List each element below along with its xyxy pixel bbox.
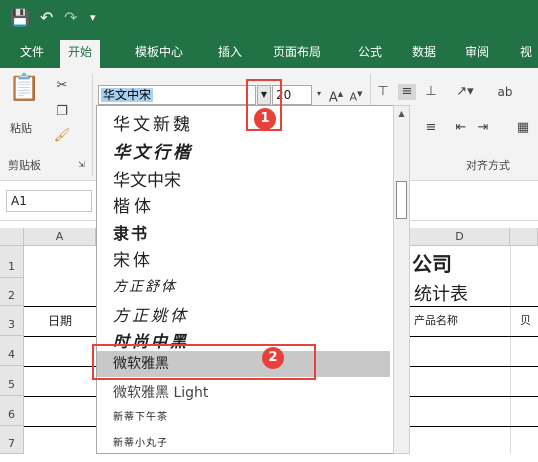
font-option-huawen-xinwei[interactable]: 华文新魏 <box>97 110 390 136</box>
font-option-xindi-xiaowanzi[interactable]: 新蒂小丸子 <box>97 434 390 453</box>
font-option-huawen-xingkai[interactable]: 华文行楷 <box>97 138 390 164</box>
cell-a3[interactable]: 日期 <box>48 312 72 329</box>
row-header-1[interactable]: 1 <box>0 246 24 278</box>
cell-d1[interactable]: 公司 <box>412 248 452 277</box>
scroll-thumb[interactable] <box>396 181 407 219</box>
alignment-group-label: 对齐方式 <box>466 159 510 172</box>
tab-file[interactable]: 文件 <box>20 44 44 60</box>
align-bottom-icon[interactable]: ⊥ <box>422 84 440 100</box>
tab-data[interactable]: 数据 <box>412 44 436 60</box>
title-bar: 💾 ↶ ↷ ▾ <box>0 0 538 36</box>
copy-icon[interactable]: ❐ <box>52 104 72 120</box>
font-option-xindi-xiawucha[interactable]: 新蒂下午茶 <box>97 408 390 430</box>
cell-d3[interactable]: 产品名称 <box>414 312 458 328</box>
font-list-scrollbar[interactable]: ▲ <box>393 105 410 454</box>
gridline <box>510 246 511 454</box>
font-option-fangzheng-yaoti[interactable]: 方正姚体 <box>97 302 390 328</box>
font-name-value: 华文中宋 <box>101 88 154 102</box>
undo-icon[interactable]: ↶ <box>40 8 53 28</box>
tab-review[interactable]: 审阅 <box>465 44 489 60</box>
tab-view[interactable]: 视 <box>520 44 532 60</box>
ribbon-tabs: 文件 开始 模板中心 插入 页面布局 公式 数据 审阅 视 <box>0 36 538 68</box>
tab-template-center[interactable]: 模板中心 <box>135 44 183 60</box>
font-option-fangzheng-shuti[interactable]: 方正舒体 <box>97 276 390 300</box>
wrap-text-icon[interactable]: ab <box>494 84 516 100</box>
select-all-corner[interactable] <box>0 228 24 246</box>
scroll-up-icon[interactable]: ▲ <box>394 106 409 122</box>
tab-insert[interactable]: 插入 <box>218 44 242 60</box>
cell-e3[interactable]: 贝 <box>520 312 531 328</box>
tab-formulas[interactable]: 公式 <box>358 44 382 60</box>
clipboard-group-label: 剪贴板 <box>8 159 41 172</box>
tab-page-layout[interactable]: 页面布局 <box>273 44 321 60</box>
paste-label[interactable]: 粘贴 <box>10 120 32 136</box>
clipboard-launcher-icon[interactable]: ⇲ <box>78 160 85 169</box>
column-header-a[interactable]: A <box>24 228 96 246</box>
orientation-icon[interactable]: ↗▾ <box>452 84 478 100</box>
save-icon[interactable]: 💾 <box>10 8 30 28</box>
font-dropdown-list: 华文新魏 华文行楷 华文中宋 楷体 隶书 宋体 方正舒体 方正姚体 时尚中黑 微… <box>96 105 394 454</box>
row-header-6[interactable]: 6 <box>0 396 24 426</box>
redo-icon[interactable]: ↷ <box>64 8 77 28</box>
font-option-lishu[interactable]: 隶书 <box>97 220 390 246</box>
grow-font-icon[interactable]: A▲ <box>328 86 344 106</box>
name-box[interactable]: A1 <box>6 190 92 212</box>
cell-d2[interactable]: 统计表 <box>414 280 468 306</box>
increase-indent-icon[interactable]: ⇥ <box>474 120 492 136</box>
font-option-kaiti[interactable]: 楷体 <box>97 192 390 218</box>
align-top-icon[interactable]: ⊤ <box>374 84 392 100</box>
column-header-e[interactable] <box>510 228 538 246</box>
font-option-microsoft-yahei-light[interactable]: 微软雅黑 Light <box>97 382 390 406</box>
tab-home[interactable]: 开始 <box>60 40 101 68</box>
row-header-5[interactable]: 5 <box>0 366 24 396</box>
align-middle-icon[interactable]: ≡ <box>398 84 416 100</box>
paste-icon[interactable]: 📋 <box>8 75 40 112</box>
row-header-3[interactable]: 3 <box>0 306 24 336</box>
customize-icon[interactable]: ▾ <box>90 8 96 28</box>
font-name-combobox[interactable]: 华文中宋 <box>98 85 256 105</box>
format-painter-icon[interactable]: 🖌 <box>52 128 72 144</box>
align-right-icon[interactable]: ≡ <box>422 120 440 136</box>
merge-center-icon[interactable]: ▦ <box>514 120 532 136</box>
step-badge-2: 2 <box>262 347 284 369</box>
decrease-indent-icon[interactable]: ⇤ <box>452 120 470 136</box>
shrink-font-icon[interactable]: A▼ <box>348 86 364 106</box>
step-badge-1: 1 <box>254 108 276 130</box>
cut-icon[interactable]: ✂ <box>52 78 72 94</box>
font-size-dropdown-icon[interactable]: ▾ <box>314 86 324 102</box>
font-option-songti[interactable]: 宋体 <box>97 246 390 272</box>
row-header-4[interactable]: 4 <box>0 336 24 366</box>
font-option-huawen-zhongsong[interactable]: 华文中宋 <box>97 166 390 192</box>
group-separator <box>92 74 93 176</box>
row-header-2[interactable]: 2 <box>0 278 24 306</box>
column-header-d[interactable]: D <box>410 228 510 246</box>
row-header-7[interactable]: 7 <box>0 426 24 454</box>
